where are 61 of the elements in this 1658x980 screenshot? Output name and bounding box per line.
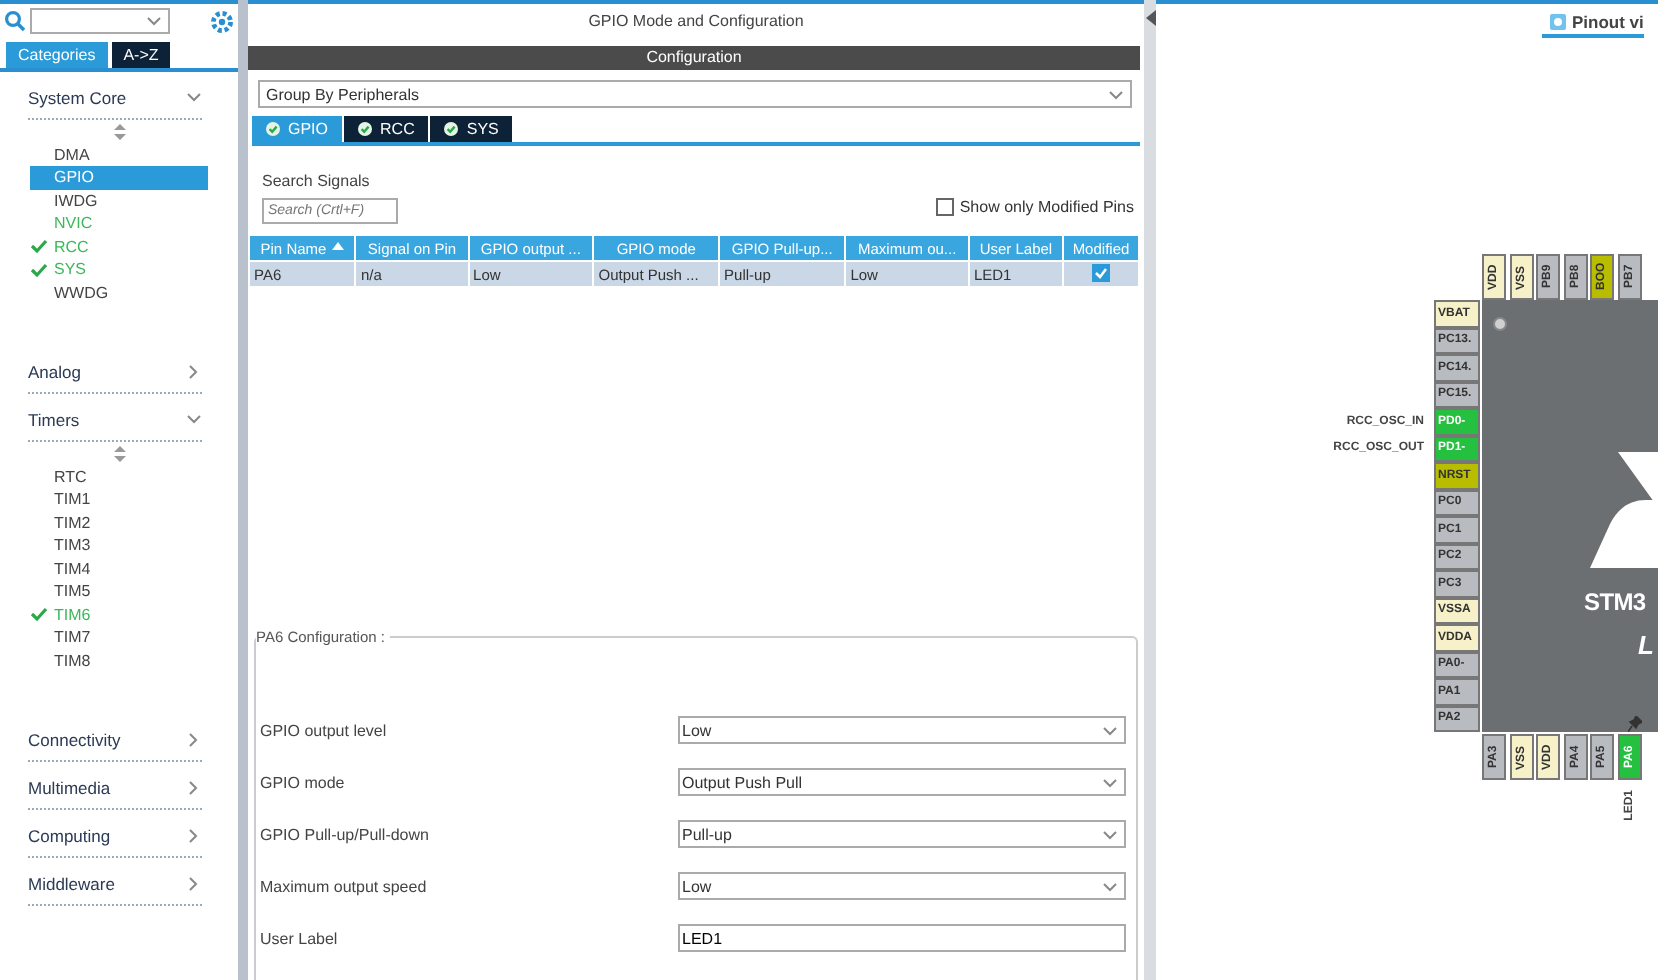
peripheral-tab[interactable]: RCC xyxy=(344,116,429,142)
section-header: Configuration xyxy=(248,46,1140,70)
chip-name: STM3 xyxy=(1584,588,1646,616)
caret-icon xyxy=(146,14,162,28)
category-header[interactable]: Multimedia xyxy=(28,766,202,810)
collapse-arrow-icon[interactable] xyxy=(1145,10,1155,26)
category-header[interactable]: Connectivity xyxy=(28,718,202,762)
modified-checkbox[interactable] xyxy=(1091,264,1110,282)
peripheral-item[interactable]: TIM2 xyxy=(30,511,208,534)
peripheral-item[interactable]: DMA xyxy=(30,143,208,166)
category-header[interactable]: System Core xyxy=(28,76,202,120)
group-by-dropdown[interactable]: Group By Peripherals xyxy=(258,80,1132,108)
check-circle-icon xyxy=(444,122,459,136)
panel-title: GPIO Mode and Configuration xyxy=(586,10,806,34)
pin1-dot-icon xyxy=(1492,316,1508,332)
caret-icon xyxy=(1108,87,1124,101)
settings-icon[interactable] xyxy=(210,9,234,33)
field-label: User Label xyxy=(260,929,338,947)
check-circle-icon xyxy=(266,122,280,136)
logo-shape-icon xyxy=(1590,452,1658,568)
scrollbar[interactable] xyxy=(238,0,248,980)
peripheral-item[interactable]: WWDG xyxy=(30,281,208,304)
category-header[interactable]: Timers xyxy=(28,398,202,442)
peripheral-item[interactable]: TIM3 xyxy=(30,534,208,557)
field-label: GPIO output level xyxy=(260,721,387,739)
category-tab[interactable]: A->Z xyxy=(111,42,171,68)
caret-icon xyxy=(1102,879,1118,893)
field-label: Maximum output speed xyxy=(260,877,427,895)
category-header[interactable]: Middleware xyxy=(28,862,202,906)
check-icon xyxy=(1093,266,1108,280)
chip-view-icon xyxy=(1550,14,1566,30)
text-field[interactable]: LED1 xyxy=(678,924,1126,952)
check-circle-icon xyxy=(358,122,373,136)
peripheral-item[interactable]: TIM4 xyxy=(30,557,208,580)
dropdown[interactable]: Output Push Pull xyxy=(678,768,1126,796)
sort-icon[interactable] xyxy=(114,124,126,140)
peripheral-item[interactable]: TIM5 xyxy=(30,580,208,603)
chip-subname: L xyxy=(1638,630,1654,660)
search-icon[interactable] xyxy=(4,10,26,32)
dropdown[interactable]: Pull-up xyxy=(678,820,1126,848)
field-label: GPIO Pull-up/Pull-down xyxy=(260,825,429,843)
caret-icon xyxy=(1102,723,1118,737)
caret-icon xyxy=(1102,827,1118,841)
search-label: Search Signals xyxy=(262,172,372,190)
peripheral-item[interactable]: TIM7 xyxy=(30,626,208,649)
search-combo[interactable] xyxy=(30,8,170,34)
category-header[interactable]: Computing xyxy=(28,814,202,858)
dropdown[interactable]: Low xyxy=(678,716,1126,744)
modified-pins-checkbox[interactable]: Show only Modified Pins xyxy=(935,198,1134,216)
peripheral-item[interactable]: TIM1 xyxy=(30,488,208,511)
dropdown[interactable]: Low xyxy=(678,872,1126,900)
field-label: GPIO mode xyxy=(260,773,345,791)
pinout-view-tab[interactable]: Pinout vi xyxy=(1542,12,1644,38)
peripheral-tab[interactable]: SYS xyxy=(430,116,513,142)
sort-icon xyxy=(332,241,345,253)
peripheral-item[interactable]: IWDG xyxy=(30,189,208,212)
sort-icon[interactable] xyxy=(114,446,126,462)
category-header[interactable]: Analog xyxy=(28,350,202,394)
caret-icon xyxy=(1102,775,1118,789)
peripheral-item[interactable]: TIM8 xyxy=(30,649,208,672)
peripheral-item[interactable]: RTC xyxy=(30,465,208,488)
